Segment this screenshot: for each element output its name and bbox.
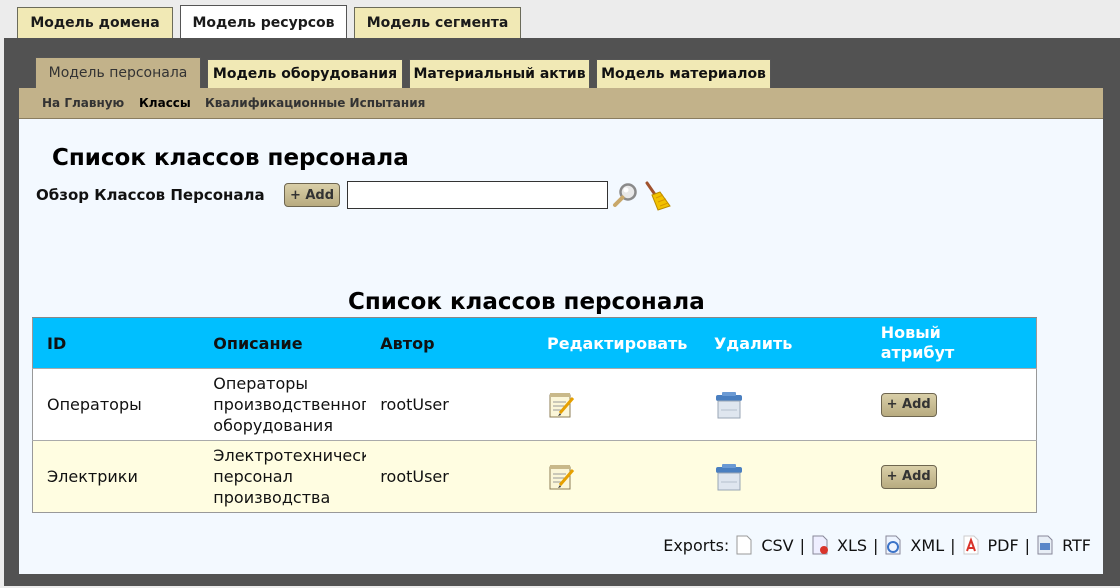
row-edit-cell [533, 368, 700, 441]
content-panel: Список классов персонала Обзор Классов П… [19, 119, 1103, 574]
classes-table: ID Описание Автор Редактировать Удалить … [32, 317, 1037, 513]
row-id: Операторы [32, 368, 200, 441]
rtf-file-icon [1037, 535, 1053, 555]
col-header-edit: Редактировать [533, 317, 700, 369]
col-header-description[interactable]: Описание [199, 317, 367, 369]
xls-file-icon [812, 535, 828, 555]
edit-notepad-icon[interactable] [547, 462, 577, 492]
browse-label: Обзор Классов Персонала [36, 186, 265, 204]
row-add-cell: + Add [866, 368, 1037, 441]
add-attribute-button[interactable]: + Add [880, 464, 937, 489]
tab-resource-model[interactable]: Модель ресурсов [180, 5, 347, 39]
table-row: Операторы Операторы производственного об… [32, 368, 1037, 441]
tab-material-asset[interactable]: Материальный актив [409, 59, 590, 88]
csv-file-icon [736, 535, 752, 555]
pdf-file-icon [963, 535, 978, 555]
tab-personnel-model[interactable]: Модель персонала [35, 57, 201, 88]
row-description: Электротехнический персонал производства [199, 440, 367, 513]
export-xml[interactable]: XML [884, 535, 944, 555]
export-rtf[interactable]: RTF [1036, 535, 1091, 555]
xml-file-icon [885, 535, 901, 555]
tab-materials-model[interactable]: Модель материалов [596, 59, 771, 88]
tab-segment-model[interactable]: Модель сегмента [354, 7, 521, 38]
add-class-button[interactable]: + Add [284, 183, 340, 207]
row-id: Электрики [32, 440, 200, 513]
tab-equipment-model[interactable]: Модель оборудования [207, 59, 403, 88]
export-separator: | [873, 535, 879, 555]
row-author: rootUser [366, 440, 533, 513]
search-icon[interactable] [612, 182, 638, 208]
subnav-bar: На Главную Классы Квалификационные Испыт… [19, 88, 1103, 119]
col-header-delete: Удалить [699, 317, 867, 369]
col-header-author[interactable]: Автор [366, 317, 533, 369]
table-row: Электрики Электротехнический персонал пр… [32, 440, 1037, 513]
row-author: rootUser [366, 368, 533, 441]
subnav-qualification-tests-link[interactable]: Квалификационные Испытания [205, 96, 425, 110]
row-delete-cell [699, 368, 867, 441]
row-delete-cell [699, 440, 867, 513]
col-header-new-attribute: Новый атрибут [866, 317, 1037, 369]
page-title: Список классов персонала [52, 145, 409, 171]
export-separator: | [1024, 535, 1031, 555]
tab-domain-model[interactable]: Модель домена [17, 7, 173, 38]
export-pdf[interactable]: PDF [962, 535, 1019, 555]
export-xls[interactable]: XLS [811, 535, 867, 555]
export-separator: | [799, 535, 805, 555]
exports-label: Exports: [663, 535, 730, 555]
table-title: Список классов персонала [348, 289, 705, 315]
row-edit-cell [533, 440, 700, 513]
subnav-classes-link[interactable]: Классы [139, 96, 191, 110]
export-csv[interactable]: CSV [735, 535, 794, 555]
trash-icon[interactable] [714, 390, 744, 420]
table-header-row: ID Описание Автор Редактировать Удалить … [32, 317, 1037, 369]
subnav-home-link[interactable]: На Главную [42, 96, 124, 110]
exports-bar: Exports: CSV | XLS | XML | PDF | RTF [663, 535, 1091, 555]
search-input[interactable] [347, 181, 608, 209]
row-add-cell: + Add [866, 440, 1037, 513]
row-description: Операторы производственного оборудования [199, 368, 367, 441]
export-separator: | [950, 535, 956, 555]
top-tab-bar: Модель домена Модель ресурсов Модель сег… [0, 0, 1120, 39]
col-header-id[interactable]: ID [32, 317, 200, 369]
edit-notepad-icon[interactable] [547, 390, 577, 420]
broom-icon[interactable] [641, 180, 673, 212]
trash-icon[interactable] [714, 462, 744, 492]
add-attribute-button[interactable]: + Add [880, 392, 937, 417]
